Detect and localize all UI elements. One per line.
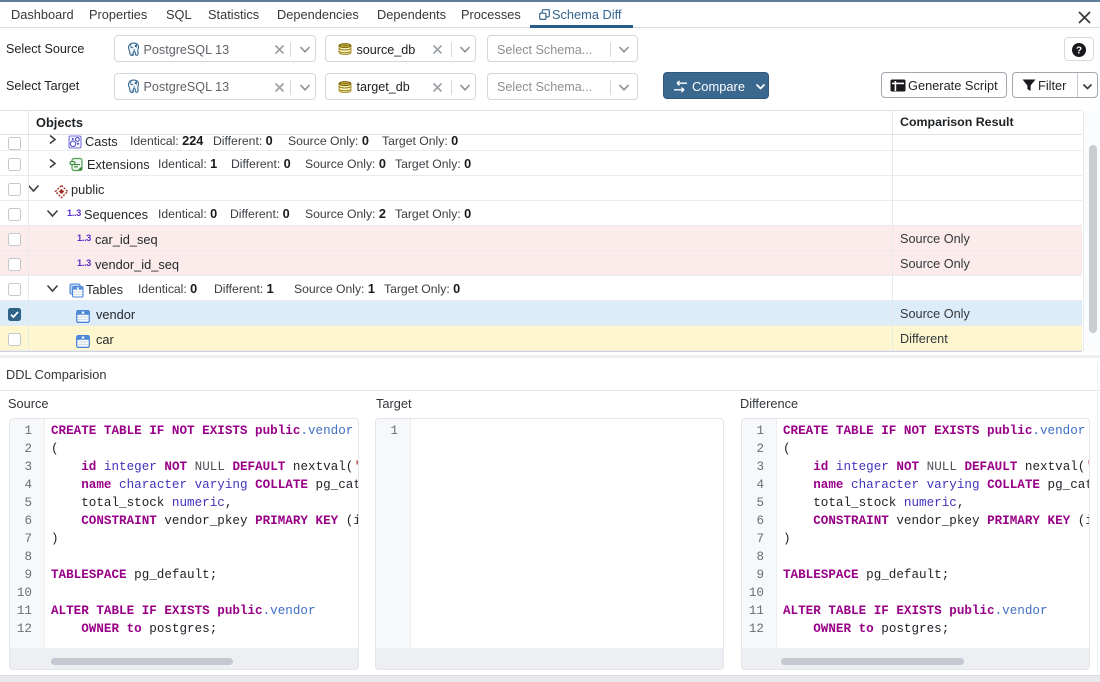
- svg-text:?: ?: [1076, 46, 1082, 57]
